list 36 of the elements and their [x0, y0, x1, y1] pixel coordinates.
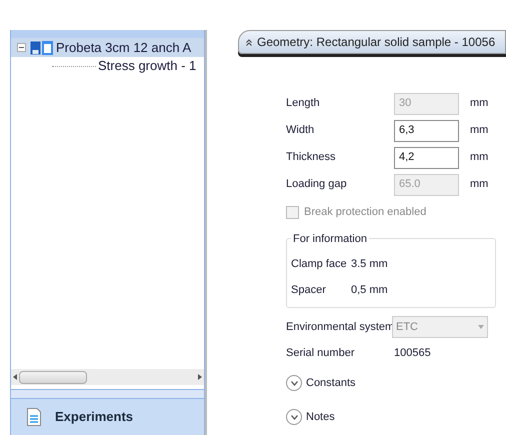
expand-icon[interactable] — [286, 375, 302, 391]
section-label[interactable]: Constants — [306, 374, 356, 392]
horizontal-scrollbar[interactable] — [11, 369, 204, 385]
input-field[interactable]: 6,3 — [394, 120, 459, 142]
dropdown-arrow-icon — [478, 325, 484, 329]
scroll-left-icon[interactable] — [13, 374, 17, 380]
field-label: Loading gap — [286, 177, 348, 192]
scroll-right-icon[interactable] — [198, 374, 202, 380]
unit-label: mm — [470, 150, 488, 166]
field-label: Serial number — [286, 346, 356, 361]
save-icon — [30, 40, 41, 54]
scrollbar-thumb[interactable] — [19, 370, 87, 384]
unit-label: mm — [470, 96, 488, 112]
expand-icon[interactable] — [286, 409, 302, 425]
input-field[interactable]: 4,2 — [394, 146, 459, 168]
field-label: Width — [286, 123, 316, 138]
info-label: Spacer — [291, 282, 327, 298]
field-label: Thickness — [286, 150, 337, 166]
tree-item[interactable]: Stress growth - 1 — [98, 56, 196, 76]
field-label: Length — [286, 96, 321, 112]
section-label[interactable]: Notes — [306, 408, 335, 426]
info-value: 3.5 mm — [351, 256, 388, 272]
section-header[interactable]: Geometry: Rectangular solid sample - 10056 — [238, 30, 506, 54]
window-icon — [42, 40, 53, 54]
unit-label: mm — [470, 177, 488, 192]
document-icon — [27, 408, 41, 426]
collapse-icon — [246, 38, 252, 46]
checkbox-label: Break protection enabled — [304, 204, 426, 220]
section-title: Geometry: Rectangular solid sample - 10056 — [257, 34, 496, 51]
collapse-icon[interactable] — [17, 43, 26, 52]
navigation-label: Experiments — [55, 408, 134, 426]
info-label: Clamp face — [291, 256, 348, 272]
navigation-bar[interactable]: Experiments — [11, 399, 204, 435]
unit-label: mm — [470, 123, 488, 138]
serial-value: 100565 — [394, 346, 431, 361]
info-value: 0,5 mm — [351, 282, 388, 298]
